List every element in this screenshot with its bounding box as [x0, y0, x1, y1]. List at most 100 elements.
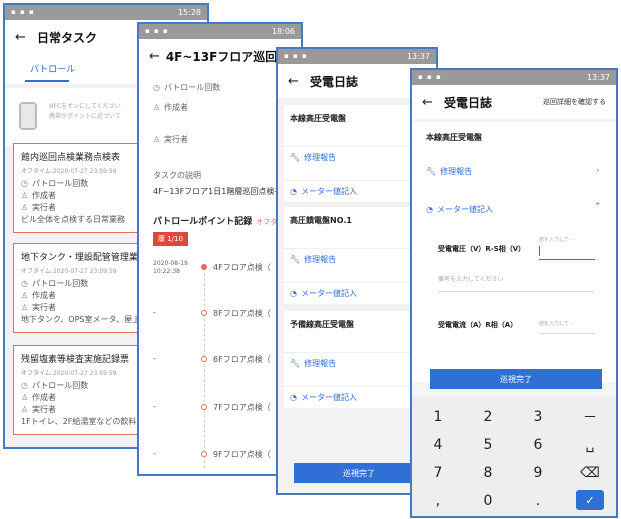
timeline-line	[204, 268, 205, 468]
key-1[interactable]: 1	[418, 404, 458, 430]
wrench-icon: 🔧︎	[290, 153, 301, 162]
point-item[interactable]: 8Fフロア点検（	[213, 308, 271, 319]
task-executor: 実行者	[32, 405, 56, 414]
key-7[interactable]: 7	[418, 460, 458, 486]
page-title: 受電日誌	[444, 95, 493, 110]
confirm-check-icon[interactable]: ✓	[576, 490, 604, 510]
repair-report-link[interactable]: 🔧︎ 修理報告	[426, 166, 472, 177]
voltage-placeholder: 値を入力して···	[539, 237, 574, 243]
page-title: 日常タスク	[37, 30, 98, 45]
dash: -	[153, 449, 156, 458]
dash: -	[153, 308, 156, 317]
task-executor: 実行者	[32, 303, 56, 312]
record-time: 10:22:38	[153, 268, 180, 275]
gauge-icon: ◔	[426, 205, 433, 214]
gauge-icon: ◔	[290, 289, 297, 298]
phone-icon	[19, 102, 37, 130]
key-comma[interactable]: ,	[418, 488, 458, 514]
executor-label: 実行者	[164, 135, 188, 144]
back-arrow-icon[interactable]: ←	[149, 49, 166, 64]
note-input[interactable]: 備考を入力してください	[438, 274, 594, 292]
task-creator: 作成者	[32, 191, 56, 200]
task-patrol-count: パトロール回数	[32, 179, 89, 188]
status-bar: ▪ ▪ ▪ 13:37	[278, 49, 436, 64]
task-creator: 作成者	[32, 291, 56, 300]
status-bar: ▪ ▪ ▪ 18:06	[139, 24, 301, 39]
nfc-text-1: NFCをオンにしてください	[49, 103, 121, 110]
key-8[interactable]: 8	[468, 460, 508, 486]
task-executor: 実行者	[32, 203, 56, 212]
point-item[interactable]: 4Fフロア点検（	[213, 262, 271, 273]
numeric-keypad: 1 2 3 － 4 5 6 ␣ 7 8 9 ⌫ , 0 . ✓	[412, 396, 616, 516]
text-cursor	[539, 246, 540, 256]
creator-label: 作成者	[164, 103, 188, 112]
key-space[interactable]: ␣	[570, 432, 610, 458]
key-4[interactable]: 4	[418, 432, 458, 458]
back-arrow-icon[interactable]: ←	[422, 95, 444, 110]
description-text: 4F~13Fフロア1日1階層巡回点検を	[153, 187, 283, 196]
panel-title: 本線高圧受電盤	[426, 133, 482, 142]
page-title: 4F~13Fフロア巡回...	[165, 49, 291, 64]
section-title: パトロールポイント記録	[153, 217, 253, 227]
current-field-label: 受電電流（A）R相（A）	[438, 321, 518, 329]
current-input[interactable]: 値を入力して···	[539, 320, 595, 334]
user-icon: ♙	[21, 303, 29, 312]
point-item[interactable]: 9Fフロア点検（	[213, 449, 271, 460]
wrench-icon: 🔧︎	[290, 255, 301, 264]
description-label: タスクの説明	[153, 171, 201, 180]
clock-icon: ◷	[21, 179, 28, 188]
key-9[interactable]: 9	[518, 460, 558, 486]
view-detail-link[interactable]: 巡回詳細を確認する	[543, 97, 606, 107]
meter-input-link[interactable]: ◔ メーター値記入	[426, 204, 493, 215]
task-patrol-count: パトロール回数	[32, 381, 89, 390]
point-item[interactable]: 6Fフロア点検（	[213, 354, 271, 365]
status-bar: ▪ ▪ ▪ 15:28	[5, 5, 207, 20]
back-arrow-icon[interactable]: ←	[15, 30, 37, 45]
key-6[interactable]: 6	[518, 432, 558, 458]
backspace-icon[interactable]: ⌫	[570, 460, 610, 486]
patrol-complete-button[interactable]: 巡視完了	[294, 463, 424, 483]
point-item[interactable]: 7Fフロア点検（	[213, 402, 271, 413]
screenshot-stage: ▪ ▪ ▪ 15:28 ← 日常タスク パトロール NFCをオンにしてください 携帯…	[0, 0, 621, 519]
dash: -	[153, 354, 156, 363]
user-icon: ♙	[153, 103, 161, 112]
timeline-dot	[201, 310, 207, 316]
timeline-dot	[201, 451, 207, 457]
key-5[interactable]: 5	[468, 432, 508, 458]
user-icon: ♙	[21, 203, 29, 212]
record-date: 2020-08-19	[153, 260, 188, 267]
key-minus[interactable]: －	[570, 404, 610, 430]
clock-icon: ◷	[153, 83, 160, 92]
tab-patrol[interactable]: パトロール	[30, 62, 75, 75]
clock-icon: ◷	[21, 279, 28, 288]
user-icon: ♙	[21, 291, 29, 300]
timeline-dot	[201, 404, 207, 410]
screen-meter-input: ▪ ▪ ▪ 13:37 ← 受電日誌 巡回詳細を確認する 本線高圧受電盤 🔧︎ 修理…	[410, 68, 618, 518]
timeline-dot	[201, 264, 207, 270]
user-icon: ♙	[21, 405, 29, 414]
wrench-icon: 🔧︎	[426, 167, 437, 176]
chevron-up-icon[interactable]: ⌃	[594, 202, 602, 212]
user-icon: ♙	[21, 393, 29, 402]
wrench-icon: 🔧︎	[290, 359, 301, 368]
page-title: 受電日誌	[310, 74, 359, 89]
nfc-text-2: 携帯がポイントに近づいて	[49, 113, 121, 120]
gauge-icon: ◔	[290, 187, 297, 196]
task-patrol-count: パトロール回数	[32, 279, 89, 288]
chevron-right-icon[interactable]: ›	[596, 166, 600, 176]
user-icon: ♙	[153, 135, 161, 144]
clock-icon: ◷	[21, 381, 28, 390]
key-0[interactable]: 0	[468, 488, 508, 514]
tab-indicator	[25, 80, 69, 82]
dash: -	[153, 402, 156, 411]
voltage-input[interactable]: 値を入力して···	[539, 236, 595, 260]
voltage-field-label: 受電電圧（V）R-S相（V）	[438, 245, 526, 253]
gauge-icon: ◔	[290, 393, 297, 402]
user-icon: ♙	[21, 191, 29, 200]
key-3[interactable]: 3	[518, 404, 558, 430]
key-period[interactable]: .	[518, 488, 558, 514]
patrol-complete-button[interactable]: 巡視完了	[430, 369, 602, 389]
timeline-dot	[201, 356, 207, 362]
back-arrow-icon[interactable]: ←	[288, 74, 310, 89]
key-2[interactable]: 2	[468, 404, 508, 430]
